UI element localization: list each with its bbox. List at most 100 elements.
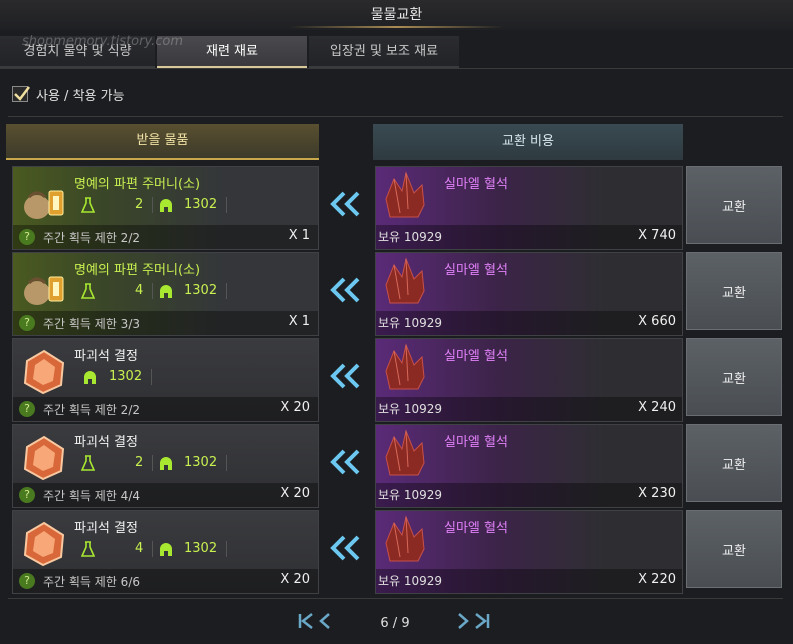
blood-stone-icon bbox=[385, 429, 425, 476]
exchange-button[interactable]: 교환 bbox=[686, 252, 782, 330]
item-level: 1302 bbox=[184, 541, 218, 556]
item-tier: 4 bbox=[135, 283, 144, 298]
cost-header: 교환 비용 bbox=[373, 124, 683, 160]
cost-quantity: X 230 bbox=[638, 486, 676, 501]
pouch-and-lantern-icon bbox=[24, 276, 64, 305]
usable-filter-label: 사용 / 착용 가능 bbox=[36, 88, 125, 104]
helmet-icon bbox=[160, 457, 172, 470]
page-indicator: 6 / 9 bbox=[380, 616, 410, 631]
item-name: 파괴석 결정 bbox=[74, 349, 138, 364]
cost-footer: 보유 10929 X 660 bbox=[376, 311, 682, 335]
exchange-button[interactable]: 교환 bbox=[686, 510, 782, 588]
exchange-row: 파괴석 결정 4 1302 ? 주간 획득 제한 6/6 X 20 실마엘 혈석… bbox=[0, 510, 793, 594]
flask-icon bbox=[81, 541, 95, 557]
cost-footer: 보유 10929 X 240 bbox=[376, 397, 682, 421]
receive-footer: ? 주간 획득 제한 2/2 X 1 bbox=[13, 225, 318, 249]
helmet-icon bbox=[160, 199, 172, 212]
flask-icon bbox=[81, 283, 95, 299]
first-page-icon[interactable] bbox=[298, 612, 314, 630]
cost-item-name: 실마엘 혈석 bbox=[444, 177, 508, 192]
stat-divider bbox=[226, 197, 227, 213]
cost-item: 실마엘 혈석 보유 10929 X 240 bbox=[375, 338, 683, 422]
receive-quantity: X 1 bbox=[288, 228, 310, 243]
cost-footer: 보유 10929 X 740 bbox=[376, 225, 682, 249]
helmet-icon bbox=[84, 371, 96, 384]
helmet-icon bbox=[160, 285, 172, 298]
blood-stone-icon bbox=[385, 171, 425, 218]
cost-item-name: 실마엘 혈석 bbox=[444, 521, 508, 536]
question-icon[interactable]: ? bbox=[19, 573, 35, 589]
divider bbox=[0, 68, 793, 69]
destruction-stone-icon bbox=[23, 435, 65, 481]
owned-amount: 보유 10929 bbox=[378, 230, 443, 244]
receive-footer: ? 주간 획득 제한 3/3 X 1 bbox=[13, 311, 318, 335]
receive-header: 받을 물품 bbox=[6, 124, 319, 160]
item-tier: 2 bbox=[135, 455, 144, 470]
receive-item: 명예의 파편 주머니(소) 4 1302 ? 주간 획득 제한 3/3 X 1 bbox=[12, 252, 319, 336]
item-level: 1302 bbox=[109, 369, 143, 384]
stat-divider bbox=[226, 283, 227, 299]
cost-item-name: 실마엘 혈석 bbox=[444, 435, 508, 450]
blood-stone-icon bbox=[385, 343, 425, 390]
exchange-row: 명예의 파편 주머니(소) 2 1302 ? 주간 획득 제한 2/2 X 1 … bbox=[0, 166, 793, 250]
tab-tickets-materials[interactable]: 입장권 및 보조 재료 bbox=[309, 36, 459, 68]
receive-item: 파괴석 결정 1302 ? 주간 획득 제한 2/2 X 20 bbox=[12, 338, 319, 422]
divider bbox=[8, 598, 783, 599]
item-level: 1302 bbox=[184, 197, 218, 212]
item-tier: 4 bbox=[135, 541, 144, 556]
owned-amount: 보유 10929 bbox=[378, 488, 443, 502]
receive-item: 파괴석 결정 4 1302 ? 주간 획득 제한 6/6 X 20 bbox=[12, 510, 319, 594]
check-icon bbox=[14, 86, 30, 101]
destruction-stone-icon bbox=[23, 521, 65, 567]
cost-item-name: 실마엘 혈석 bbox=[444, 349, 508, 364]
exchange-button[interactable]: 교환 bbox=[686, 166, 782, 244]
cost-footer: 보유 10929 X 220 bbox=[376, 569, 682, 593]
owned-amount: 보유 10929 bbox=[378, 316, 443, 330]
cost-footer: 보유 10929 X 230 bbox=[376, 483, 682, 507]
flask-icon bbox=[81, 197, 95, 213]
exchange-button[interactable]: 교환 bbox=[686, 338, 782, 416]
cost-item-name: 실마엘 혈석 bbox=[444, 263, 508, 278]
stat-divider bbox=[226, 455, 227, 471]
pagination: 6 / 9 bbox=[0, 612, 793, 636]
owned-amount: 보유 10929 bbox=[378, 574, 443, 588]
prev-page-icon[interactable] bbox=[318, 612, 332, 630]
item-tier: 2 bbox=[135, 197, 144, 212]
next-page-icon[interactable] bbox=[456, 612, 470, 630]
last-page-icon[interactable] bbox=[474, 612, 490, 630]
cost-quantity: X 240 bbox=[638, 400, 676, 415]
weekly-limit: 주간 획득 제한 2/2 bbox=[43, 231, 140, 245]
item-name: 명예의 파편 주머니(소) bbox=[74, 177, 201, 192]
double-chevron-left-icon bbox=[330, 363, 360, 389]
receive-item: 명예의 파편 주머니(소) 2 1302 ? 주간 획득 제한 2/2 X 1 bbox=[12, 166, 319, 250]
watermark: shopmemory.tistory.com bbox=[21, 34, 184, 49]
cost-quantity: X 740 bbox=[638, 228, 676, 243]
receive-footer: ? 주간 획득 제한 6/6 X 20 bbox=[13, 569, 318, 593]
receive-quantity: X 20 bbox=[280, 486, 310, 501]
question-icon[interactable]: ? bbox=[19, 229, 35, 245]
destruction-stone-icon bbox=[23, 349, 65, 395]
stat-divider bbox=[152, 455, 153, 471]
receive-footer: ? 주간 획득 제한 4/4 X 20 bbox=[13, 483, 318, 507]
usable-checkbox[interactable] bbox=[12, 86, 30, 102]
weekly-limit: 주간 획득 제한 6/6 bbox=[43, 575, 140, 589]
receive-footer: ? 주간 획득 제한 2/2 X 20 bbox=[13, 397, 318, 421]
question-icon[interactable]: ? bbox=[19, 315, 35, 331]
receive-quantity: X 1 bbox=[288, 314, 310, 329]
double-chevron-left-icon bbox=[330, 449, 360, 475]
title-ornament bbox=[290, 26, 503, 28]
receive-quantity: X 20 bbox=[280, 400, 310, 415]
question-icon[interactable]: ? bbox=[19, 487, 35, 503]
flask-icon bbox=[81, 455, 95, 471]
blood-stone-icon bbox=[385, 257, 425, 304]
double-chevron-left-icon bbox=[330, 191, 360, 217]
cost-item: 실마엘 혈석 보유 10929 X 230 bbox=[375, 424, 683, 508]
usable-filter[interactable]: 사용 / 착용 가능 bbox=[12, 84, 125, 104]
exchange-button[interactable]: 교환 bbox=[686, 424, 782, 502]
stat-divider bbox=[152, 283, 153, 299]
stat-divider bbox=[226, 541, 227, 557]
exchange-row: 명예의 파편 주머니(소) 4 1302 ? 주간 획득 제한 3/3 X 1 … bbox=[0, 252, 793, 336]
question-icon[interactable]: ? bbox=[19, 401, 35, 417]
stat-divider bbox=[152, 541, 153, 557]
item-name: 명예의 파편 주머니(소) bbox=[74, 263, 201, 278]
